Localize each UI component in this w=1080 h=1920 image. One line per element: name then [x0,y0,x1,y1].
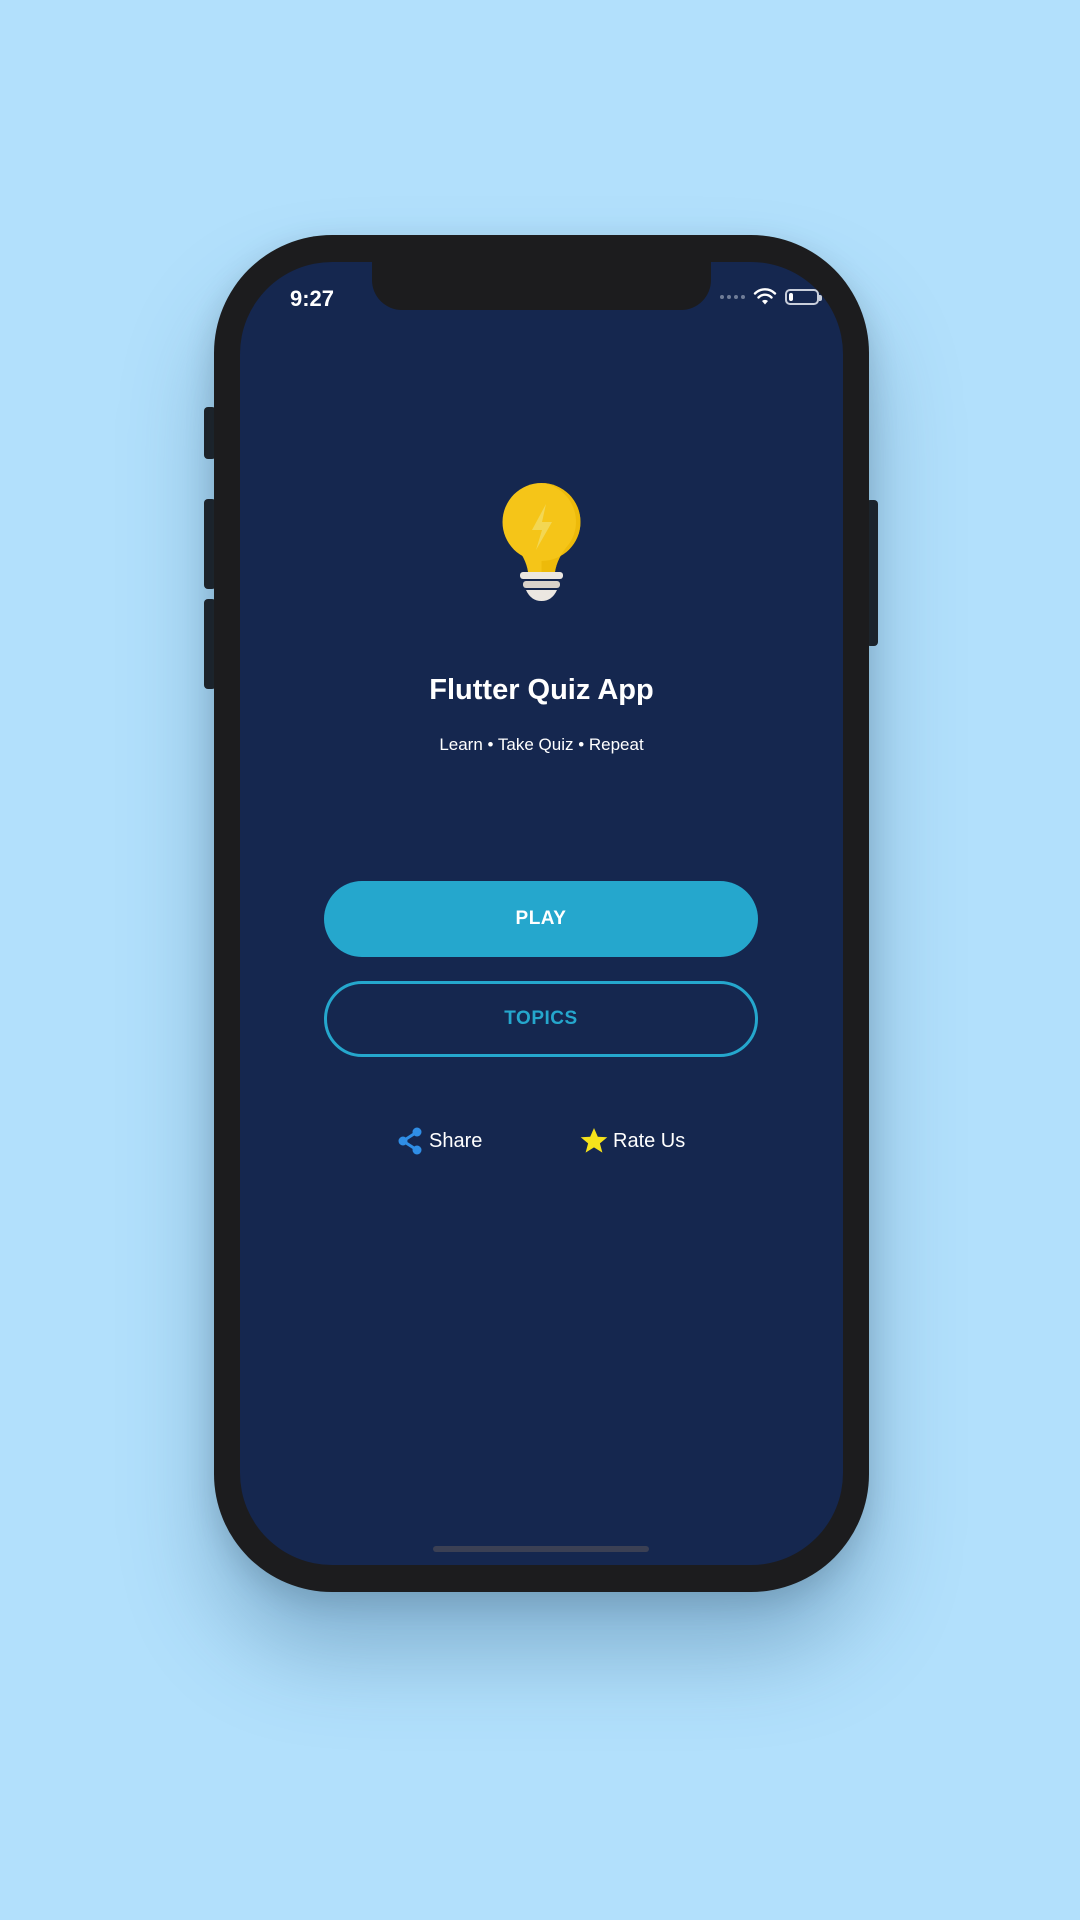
rate-us-button[interactable]: Rate Us [579,1124,685,1158]
stage: 9:27 Flutter Quiz App Learn • Take Quiz … [0,0,1080,1920]
rate-us-label: Rate Us [613,1129,686,1152]
play-button[interactable]: PLAY [324,881,758,957]
app-title: Flutter Quiz App [429,674,654,706]
signal-icon [720,295,745,299]
share-label: Share [429,1129,483,1152]
share-icon [398,1127,422,1155]
share-button[interactable]: Share [395,1124,482,1158]
topics-button[interactable]: TOPICS [324,981,758,1057]
notch [372,262,711,310]
app-screen: 9:27 Flutter Quiz App Learn • Take Quiz … [240,262,843,1565]
status-icons [720,288,822,306]
battery-level [789,293,793,301]
home-indicator[interactable] [433,1546,649,1552]
battery-icon [785,289,822,305]
star-icon [580,1128,608,1153]
wifi-icon [753,288,777,305]
app-tagline: Learn • Take Quiz • Repeat [439,735,644,754]
lightbulb-icon [502,483,581,601]
status-time: 9:27 [290,286,335,311]
